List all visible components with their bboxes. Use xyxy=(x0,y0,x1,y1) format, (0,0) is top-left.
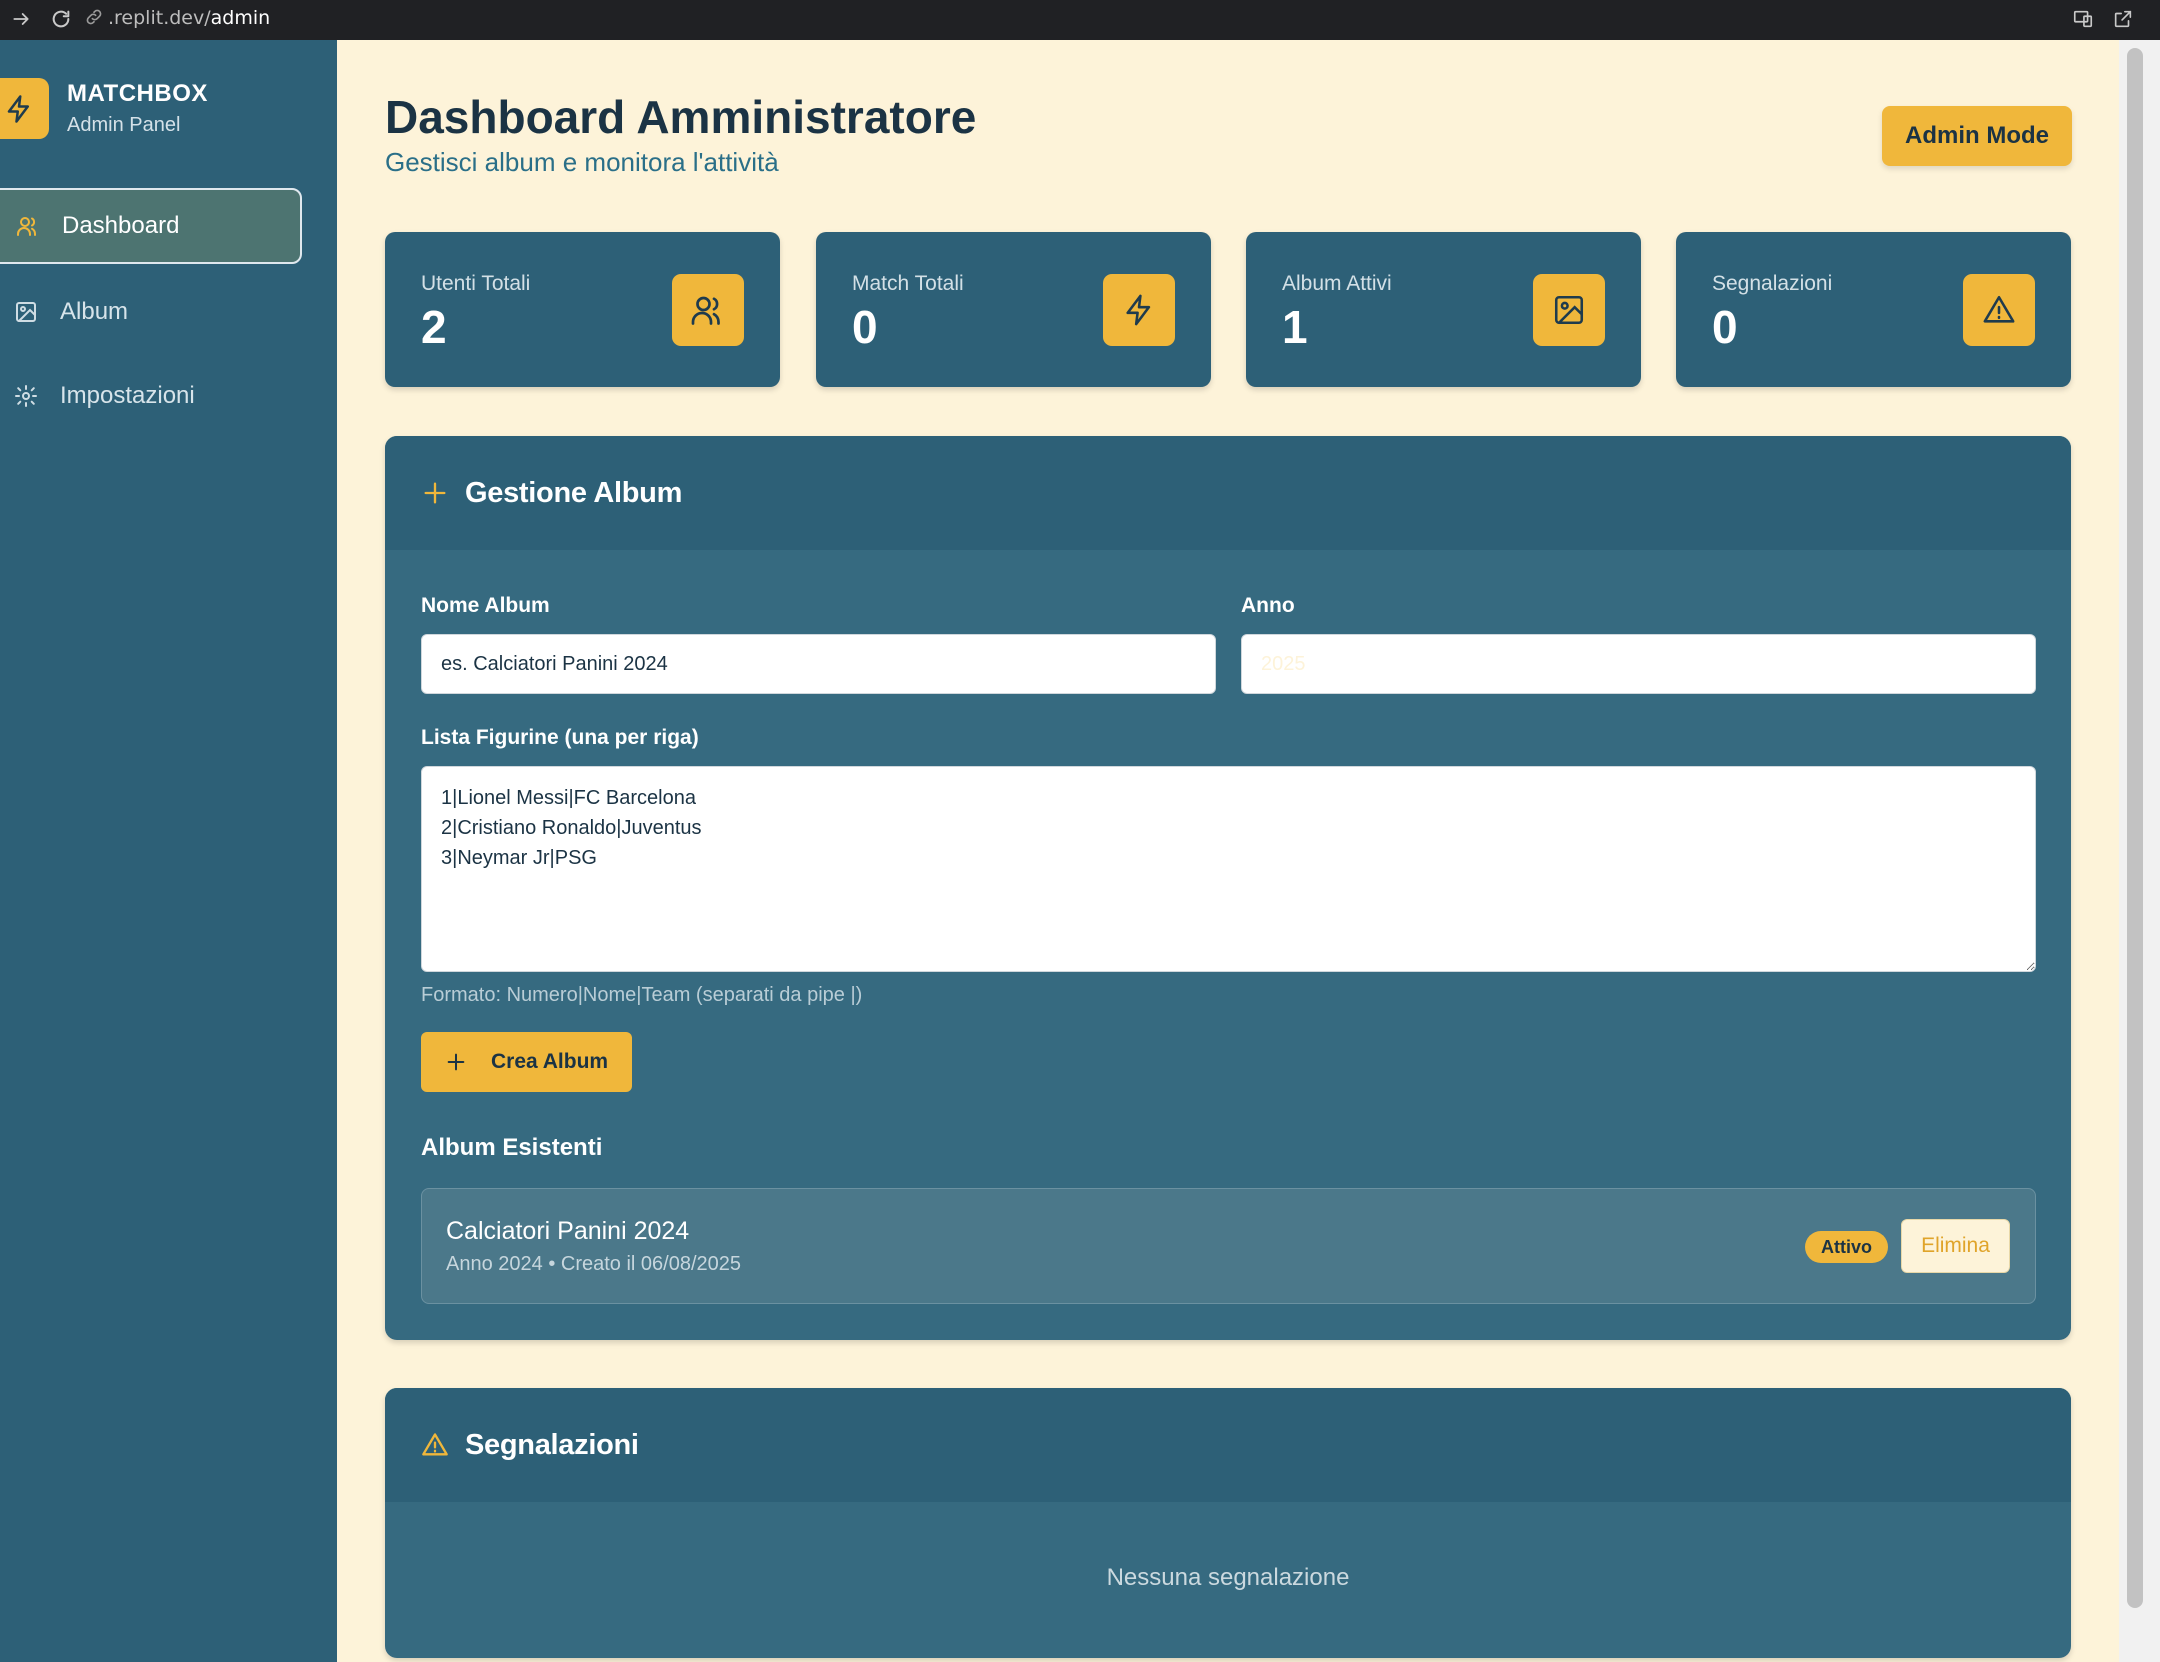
album-name: Calciatori Panini 2024 xyxy=(446,1217,690,1245)
stat-label: Album Attivi xyxy=(1282,272,1392,295)
create-album-label: Crea Album xyxy=(491,1050,609,1073)
page-title: Dashboard Amministratore xyxy=(385,91,977,143)
stat-value: 1 xyxy=(1282,301,1308,353)
address-bar[interactable]: .replit.dev/admin xyxy=(84,2,2064,34)
album-list-item: Calciatori Panini 2024 Anno 2024 • Creat… xyxy=(421,1188,2036,1304)
sidebar-item-impostazioni[interactable]: Impostazioni xyxy=(0,358,302,434)
sidebar-item-label: Dashboard xyxy=(62,212,180,239)
sidebar-item-label: Album xyxy=(60,298,129,325)
year-input[interactable] xyxy=(1241,634,2036,694)
brand-logo xyxy=(0,78,49,139)
browser-toolbar: .replit.dev/admin xyxy=(0,0,2160,40)
album-name-label: Nome Album xyxy=(421,594,550,617)
album-meta: Anno 2024 • Creato il 06/08/2025 xyxy=(446,1253,741,1275)
stat-card-reports: Segnalazioni 0 xyxy=(1676,232,2071,387)
album-management-panel: Gestione Album Nome Album Anno Lista Fig… xyxy=(385,436,2071,1340)
forward-arrow-icon[interactable] xyxy=(6,4,36,34)
link-icon xyxy=(84,7,106,29)
open-external-icon[interactable] xyxy=(2108,4,2138,34)
url-host: .replit.dev/ xyxy=(108,7,211,29)
sidebar-item-label: Impostazioni xyxy=(60,382,195,409)
stat-card-albums: Album Attivi 1 xyxy=(1246,232,1641,387)
stat-label: Utenti Totali xyxy=(421,272,531,295)
admin-mode-button[interactable]: Admin Mode xyxy=(1882,106,2072,166)
warning-icon xyxy=(421,1431,449,1459)
gear-icon xyxy=(14,384,38,408)
lightning-icon xyxy=(4,94,34,124)
existing-albums-title: Album Esistenti xyxy=(421,1134,603,1161)
panel-title: Segnalazioni xyxy=(465,1428,639,1461)
plus-icon xyxy=(421,479,449,507)
sidebar: MATCHBOX Admin Panel Dashboard Album Imp… xyxy=(0,40,337,1662)
image-icon xyxy=(1533,274,1605,346)
reload-icon[interactable] xyxy=(46,4,76,34)
stat-label: Segnalazioni xyxy=(1712,272,1833,295)
status-badge: Attivo xyxy=(1805,1231,1888,1263)
stat-value: 2 xyxy=(421,301,447,353)
reports-panel: Segnalazioni Nessuna segnalazione xyxy=(385,1388,2071,1658)
sidebar-item-album[interactable]: Album xyxy=(0,274,302,350)
create-album-button[interactable]: Crea Album xyxy=(421,1032,633,1092)
stat-card-users: Utenti Totali 2 xyxy=(385,232,780,387)
users-icon xyxy=(672,274,744,346)
format-hint: Formato: Numero|Nome|Team (separati da p… xyxy=(421,984,863,1006)
panel-header: Gestione Album xyxy=(385,436,2071,550)
panel-title: Gestione Album xyxy=(465,476,683,509)
url-path: admin xyxy=(210,7,271,29)
sidebar-item-dashboard[interactable]: Dashboard xyxy=(0,188,302,264)
stat-value: 0 xyxy=(1712,301,1738,353)
sticker-list-textarea[interactable]: 1|Lionel Messi|FC Barcelona 2|Cristiano … xyxy=(421,766,2036,972)
stat-card-matches: Match Totali 0 xyxy=(816,232,1211,387)
delete-album-button[interactable]: Elimina xyxy=(1901,1219,2010,1273)
panel-header: Segnalazioni xyxy=(385,1388,2071,1502)
main-content: Dashboard Amministratore Gestisci album … xyxy=(337,40,2119,1662)
empty-reports-text: Nessuna segnalazione xyxy=(1106,1564,1350,1591)
scrollbar[interactable] xyxy=(2119,40,2160,1662)
device-toolbar-icon[interactable] xyxy=(2068,4,2098,34)
scrollbar-thumb[interactable] xyxy=(2127,48,2143,1608)
users-icon xyxy=(16,214,40,238)
brand-title: MATCHBOX xyxy=(67,80,208,107)
lightning-icon xyxy=(1103,274,1175,346)
sticker-list-label: Lista Figurine (una per riga) xyxy=(421,726,699,749)
album-name-input[interactable] xyxy=(421,634,1216,694)
page-subtitle: Gestisci album e monitora l'attività xyxy=(385,147,779,177)
image-icon xyxy=(14,300,38,324)
warning-icon xyxy=(1963,274,2035,346)
brand-subtitle: Admin Panel xyxy=(67,114,181,136)
plus-icon xyxy=(445,1051,467,1073)
year-label: Anno xyxy=(1241,594,1295,617)
stat-value: 0 xyxy=(852,301,878,353)
stat-label: Match Totali xyxy=(852,272,964,295)
